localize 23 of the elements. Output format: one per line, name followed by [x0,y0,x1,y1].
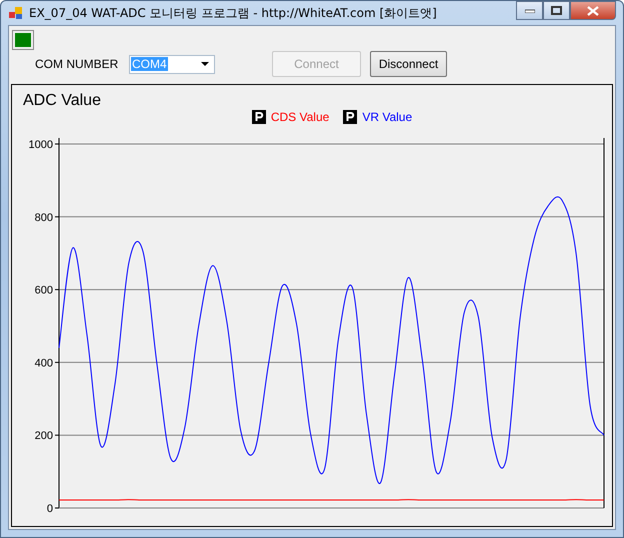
axis-tick-label: 200 [34,430,53,442]
disconnect-button[interactable]: Disconnect [370,51,447,77]
axis-tick-label: 1000 [28,139,53,151]
maximize-button[interactable] [543,1,570,20]
axis-tick-label: 600 [34,284,53,297]
legend-label: VR Value [362,110,412,124]
window-title: EX_07_04 WAT-ADC 모니터링 프로그램 - http://WhiteAT.com [화이트앳] [29,4,438,22]
axis-tick-label: 0 [46,503,53,515]
minimize-button[interactable] [516,1,543,20]
axis-tick-label: 800 [34,212,53,224]
close-icon [587,6,599,16]
close-button[interactable] [570,1,616,20]
minimize-icon [524,8,534,12]
axis-tick-label: 400 [34,357,53,370]
caret-icon [201,62,209,66]
com-number-label: COM NUMBER [35,57,120,71]
maximize-icon [551,6,562,15]
legend-marker-icon [252,110,266,124]
legend-label: CDS Value [270,110,330,124]
com-number-dropdown[interactable]: COM4 [129,54,215,74]
legend-marker-icon [343,110,358,124]
app-icon [9,6,23,20]
chart-title: ADC Value [23,92,101,110]
